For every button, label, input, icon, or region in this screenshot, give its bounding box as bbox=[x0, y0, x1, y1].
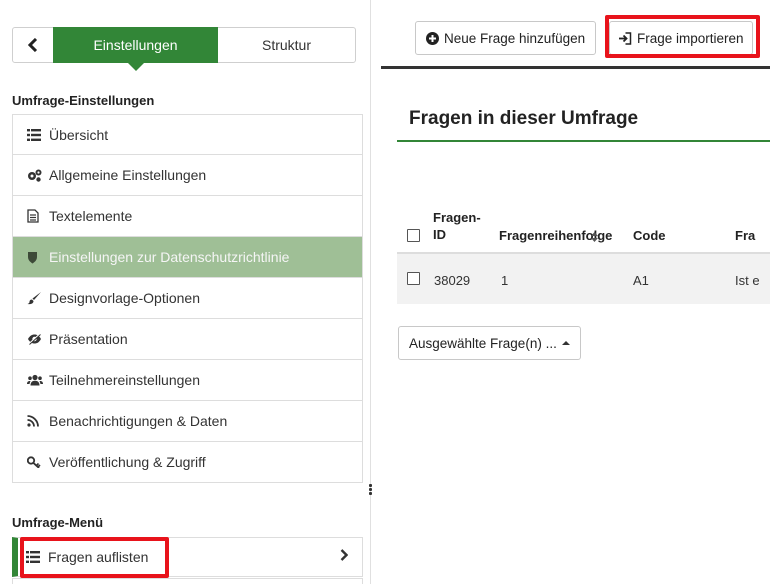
file-text-icon bbox=[27, 209, 45, 223]
chevron-right-icon bbox=[340, 548, 349, 566]
sidebar-item-label: Übersicht bbox=[49, 126, 109, 143]
sidebar-topnav: Einstellungen Struktur bbox=[12, 27, 356, 71]
paint-brush-icon bbox=[27, 291, 45, 305]
add-question-button[interactable]: Neue Frage hinzufügen bbox=[415, 21, 597, 55]
sort-icon bbox=[591, 232, 598, 242]
sidebar-item-notifications-data[interactable]: Benachrichtigungen & Daten bbox=[12, 401, 363, 442]
users-icon bbox=[27, 374, 45, 386]
sidebar-item-label: Einstellungen zur Datenschutzrichtlinie bbox=[49, 249, 290, 265]
section-title-survey-settings: Umfrage-Einstellungen bbox=[12, 93, 155, 108]
sidebar-item-label: Designvorlage-Optionen bbox=[49, 290, 200, 306]
sidebar-item-label: Textelemente bbox=[49, 208, 133, 224]
column-header-question[interactable]: Fra bbox=[735, 228, 770, 243]
sidebar-item-text-elements[interactable]: Textelemente bbox=[12, 196, 363, 237]
sidebar-item-privacy-policy[interactable]: Einstellungen zur Datenschutzrichtlinie bbox=[12, 237, 363, 278]
caret-up-icon bbox=[561, 341, 570, 345]
bulk-actions-label: Ausgewählte Frage(n) ... bbox=[409, 335, 557, 351]
annotation-highlight-list-questions bbox=[20, 537, 169, 578]
sidebar-item-overview[interactable]: Übersicht bbox=[12, 114, 363, 155]
tab-structure[interactable]: Struktur bbox=[218, 28, 355, 62]
sidebar: Einstellungen Struktur Umfrage-Einstellu… bbox=[0, 0, 365, 584]
sidebar-item-publication-access[interactable]: Veröffentlichung & Zugriff bbox=[12, 442, 363, 483]
sidebar-item-general-settings[interactable]: Allgemeine Einstellungen bbox=[12, 155, 363, 196]
tab-settings[interactable]: Einstellungen bbox=[53, 27, 218, 71]
cell-question-code: A1 bbox=[633, 273, 649, 288]
cell-question-id: 38029 bbox=[434, 273, 471, 288]
plus-circle-icon bbox=[426, 31, 439, 45]
chevron-left-icon bbox=[28, 38, 38, 52]
back-button[interactable] bbox=[13, 28, 53, 62]
main-panel: Neue Frage hinzufügen Frage importieren … bbox=[371, 0, 770, 584]
select-all-checkbox[interactable] bbox=[407, 229, 420, 242]
sidebar-item-presentation[interactable]: Präsentation bbox=[12, 319, 363, 360]
gears-icon bbox=[27, 169, 45, 182]
page-title: Fragen in dieser Umfrage bbox=[409, 108, 639, 129]
table-header: Fragen- ID Fragenreihenfolge Code Fra bbox=[397, 200, 770, 254]
cell-question-text: Ist e bbox=[735, 273, 760, 288]
toolbar-divider bbox=[381, 66, 770, 69]
title-underline bbox=[397, 140, 770, 142]
sidebar-item-label: Präsentation bbox=[49, 331, 128, 347]
row-checkbox[interactable] bbox=[407, 272, 420, 285]
sidebar-item-theme-options[interactable]: Designvorlage-Optionen bbox=[12, 278, 363, 319]
shield-icon bbox=[27, 251, 45, 264]
questions-table: Fragen- ID Fragenreihenfolge Code Fra 38… bbox=[397, 200, 770, 304]
bulk-actions-dropdown[interactable]: Ausgewählte Frage(n) ... bbox=[398, 326, 581, 360]
key-icon bbox=[27, 456, 45, 468]
sidebar-item-participant-settings[interactable]: Teilnehmereinstellungen bbox=[12, 360, 363, 401]
sidebar-item-label: Benachrichtigungen & Daten bbox=[49, 413, 228, 429]
column-header-id[interactable]: Fragen- ID bbox=[433, 209, 481, 243]
sidebar-item-label: Allgemeine Einstellungen bbox=[49, 167, 207, 183]
cell-question-order: 1 bbox=[501, 273, 509, 288]
list-icon bbox=[27, 128, 45, 141]
next-menu-item-partial bbox=[12, 578, 363, 584]
annotation-highlight-import bbox=[605, 15, 760, 58]
rss-icon bbox=[27, 415, 45, 427]
column-header-code[interactable]: Code bbox=[633, 228, 666, 243]
settings-menu: Übersicht Allgemeine Einstellungen Texte… bbox=[12, 114, 363, 483]
sidebar-item-label: Teilnehmereinstellungen bbox=[49, 372, 200, 388]
add-question-label: Neue Frage hinzufügen bbox=[444, 30, 586, 46]
section-title-survey-menu: Umfrage-Menü bbox=[12, 515, 104, 530]
table-row[interactable]: 38029 1 A1 Ist e bbox=[397, 254, 770, 304]
eye-slash-icon bbox=[27, 333, 45, 345]
sidebar-item-label: Veröffentlichung & Zugriff bbox=[49, 454, 206, 470]
